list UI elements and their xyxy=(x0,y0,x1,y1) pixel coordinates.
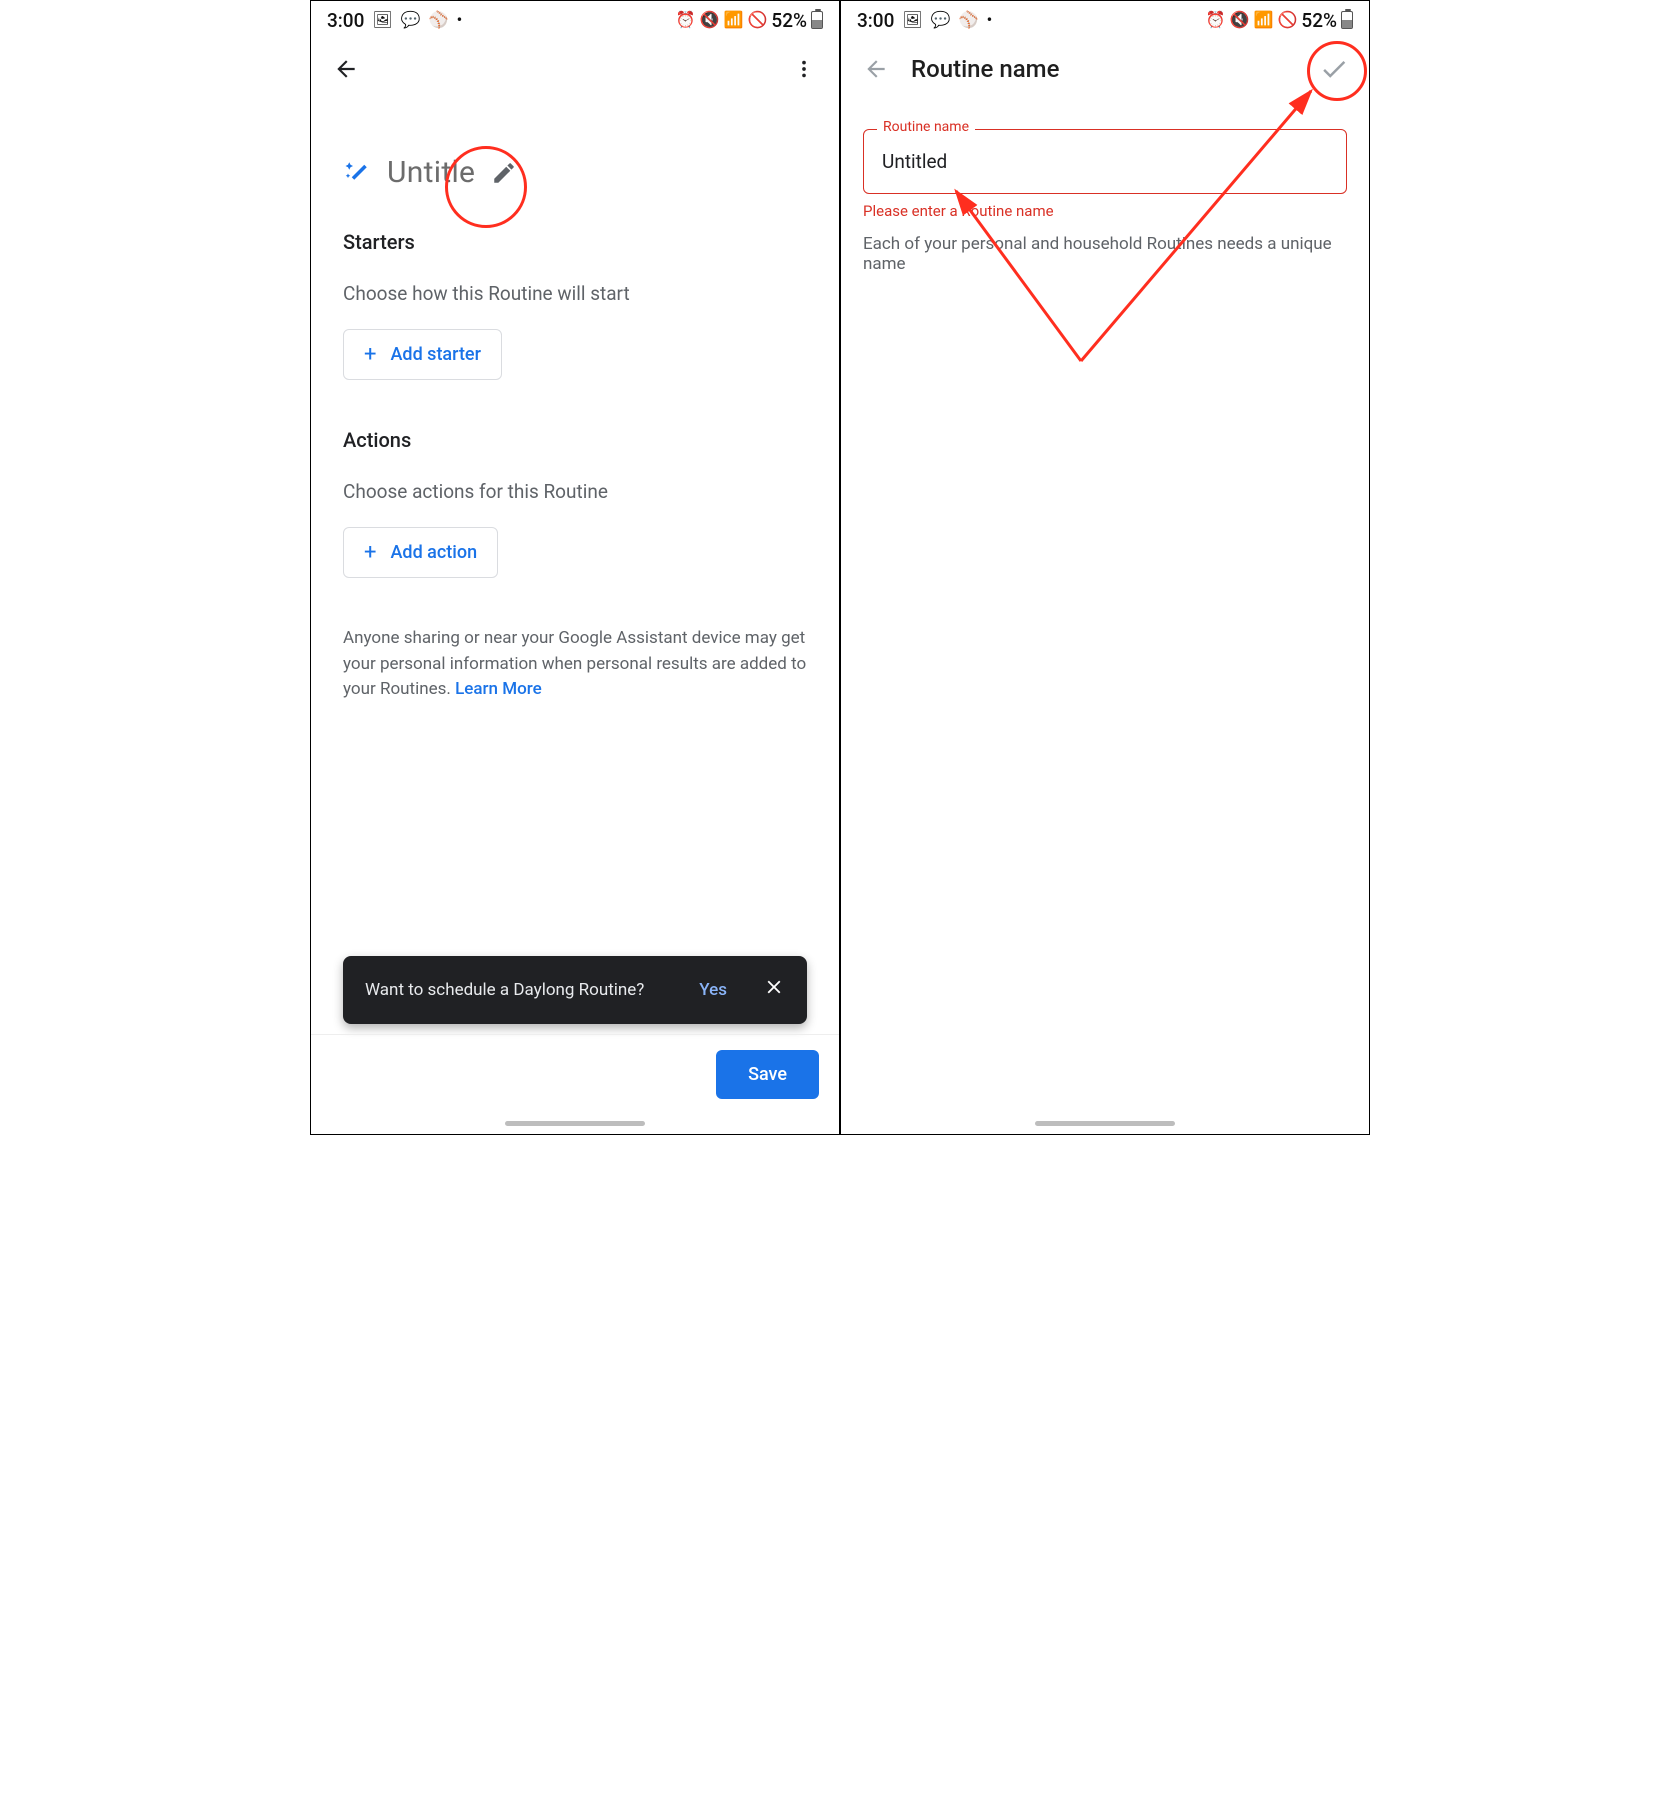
arrow-back-icon xyxy=(863,56,889,82)
more-vert-icon xyxy=(793,58,815,80)
sports-icon: ⚾ xyxy=(429,12,449,28)
toast-close-button[interactable] xyxy=(763,976,785,1004)
mute-icon: 🔇 xyxy=(1230,12,1250,28)
privacy-info-text: Anyone sharing or near your Google Assis… xyxy=(343,626,807,703)
messenger-icon: 💬 xyxy=(401,12,421,28)
status-bar: 3:00 🖼 💬 ⚾ • ⏰ 🔇 📶 🚫 52% xyxy=(311,1,839,39)
messenger-icon: 💬 xyxy=(931,12,951,28)
clock-time: 3:00 xyxy=(327,9,364,32)
annotation-arrows xyxy=(841,61,1371,401)
sports-icon: ⚾ xyxy=(959,12,979,28)
actions-heading: Actions xyxy=(343,428,807,452)
app-bar: Routine name xyxy=(841,39,1369,99)
close-icon xyxy=(763,976,785,998)
bottom-action-bar: Save xyxy=(311,1034,839,1134)
plus-icon: + xyxy=(364,342,376,367)
mute-icon: 🔇 xyxy=(700,12,720,28)
wifi-icon: 📶 xyxy=(1254,12,1274,28)
page-title: Routine name xyxy=(911,55,1059,83)
more-options-button[interactable] xyxy=(789,54,819,84)
battery-percent: 52% xyxy=(771,9,807,32)
arrow-back-icon xyxy=(333,56,359,82)
no-sim-icon: 🚫 xyxy=(1277,12,1297,28)
pencil-icon xyxy=(491,160,517,186)
gallery-icon: 🖼 xyxy=(902,12,922,28)
status-bar: 3:00 🖼 💬 ⚾ • ⏰ 🔇 📶 🚫 52% xyxy=(841,1,1369,39)
dot-icon: • xyxy=(457,12,463,28)
add-starter-button[interactable]: + Add starter xyxy=(343,329,502,380)
field-error-message: Please enter a Routine name xyxy=(863,202,1347,220)
actions-description: Choose actions for this Routine xyxy=(343,480,807,503)
add-starter-label: Add starter xyxy=(390,344,480,365)
routine-name-title: Untitle xyxy=(387,155,475,190)
gallery-icon: 🖼 xyxy=(372,12,392,28)
back-button[interactable] xyxy=(331,54,361,84)
alarm-icon: ⏰ xyxy=(676,12,696,28)
alarm-icon: ⏰ xyxy=(1206,12,1226,28)
rename-routine-screen: 3:00 🖼 💬 ⚾ • ⏰ 🔇 📶 🚫 52% Routine name xyxy=(841,1,1369,1134)
routine-editor-screen: 3:00 🖼 💬 ⚾ • ⏰ 🔇 📶 🚫 52% xyxy=(311,1,839,1134)
starters-heading: Starters xyxy=(343,230,807,254)
edit-name-button[interactable] xyxy=(489,158,519,188)
add-action-label: Add action xyxy=(390,542,477,563)
app-bar xyxy=(311,39,839,99)
learn-more-link[interactable]: Learn More xyxy=(455,679,542,699)
field-label: Routine name xyxy=(877,119,975,135)
confirm-button[interactable] xyxy=(1319,54,1349,84)
battery-icon xyxy=(811,11,823,29)
battery-icon xyxy=(1341,11,1353,29)
toast-yes-button[interactable]: Yes xyxy=(699,980,727,1000)
plus-icon: + xyxy=(364,540,376,565)
field-helper-text: Each of your personal and household Rout… xyxy=(863,234,1347,274)
nav-handle[interactable] xyxy=(505,1121,645,1126)
no-sim-icon: 🚫 xyxy=(747,12,767,28)
save-button[interactable]: Save xyxy=(716,1050,819,1099)
toast-message: Want to schedule a Daylong Routine? xyxy=(365,980,644,1000)
routine-name-input[interactable] xyxy=(863,129,1347,194)
check-icon xyxy=(1319,54,1349,84)
back-button[interactable] xyxy=(861,54,891,84)
battery-percent: 52% xyxy=(1301,9,1337,32)
nav-handle[interactable] xyxy=(1035,1121,1175,1126)
wand-icon xyxy=(343,156,373,190)
wifi-icon: 📶 xyxy=(724,12,744,28)
add-action-button[interactable]: + Add action xyxy=(343,527,498,578)
dot-icon: • xyxy=(987,12,993,28)
daylong-routine-toast: Want to schedule a Daylong Routine? Yes xyxy=(343,956,807,1024)
clock-time: 3:00 xyxy=(857,9,894,32)
starters-description: Choose how this Routine will start xyxy=(343,282,807,305)
